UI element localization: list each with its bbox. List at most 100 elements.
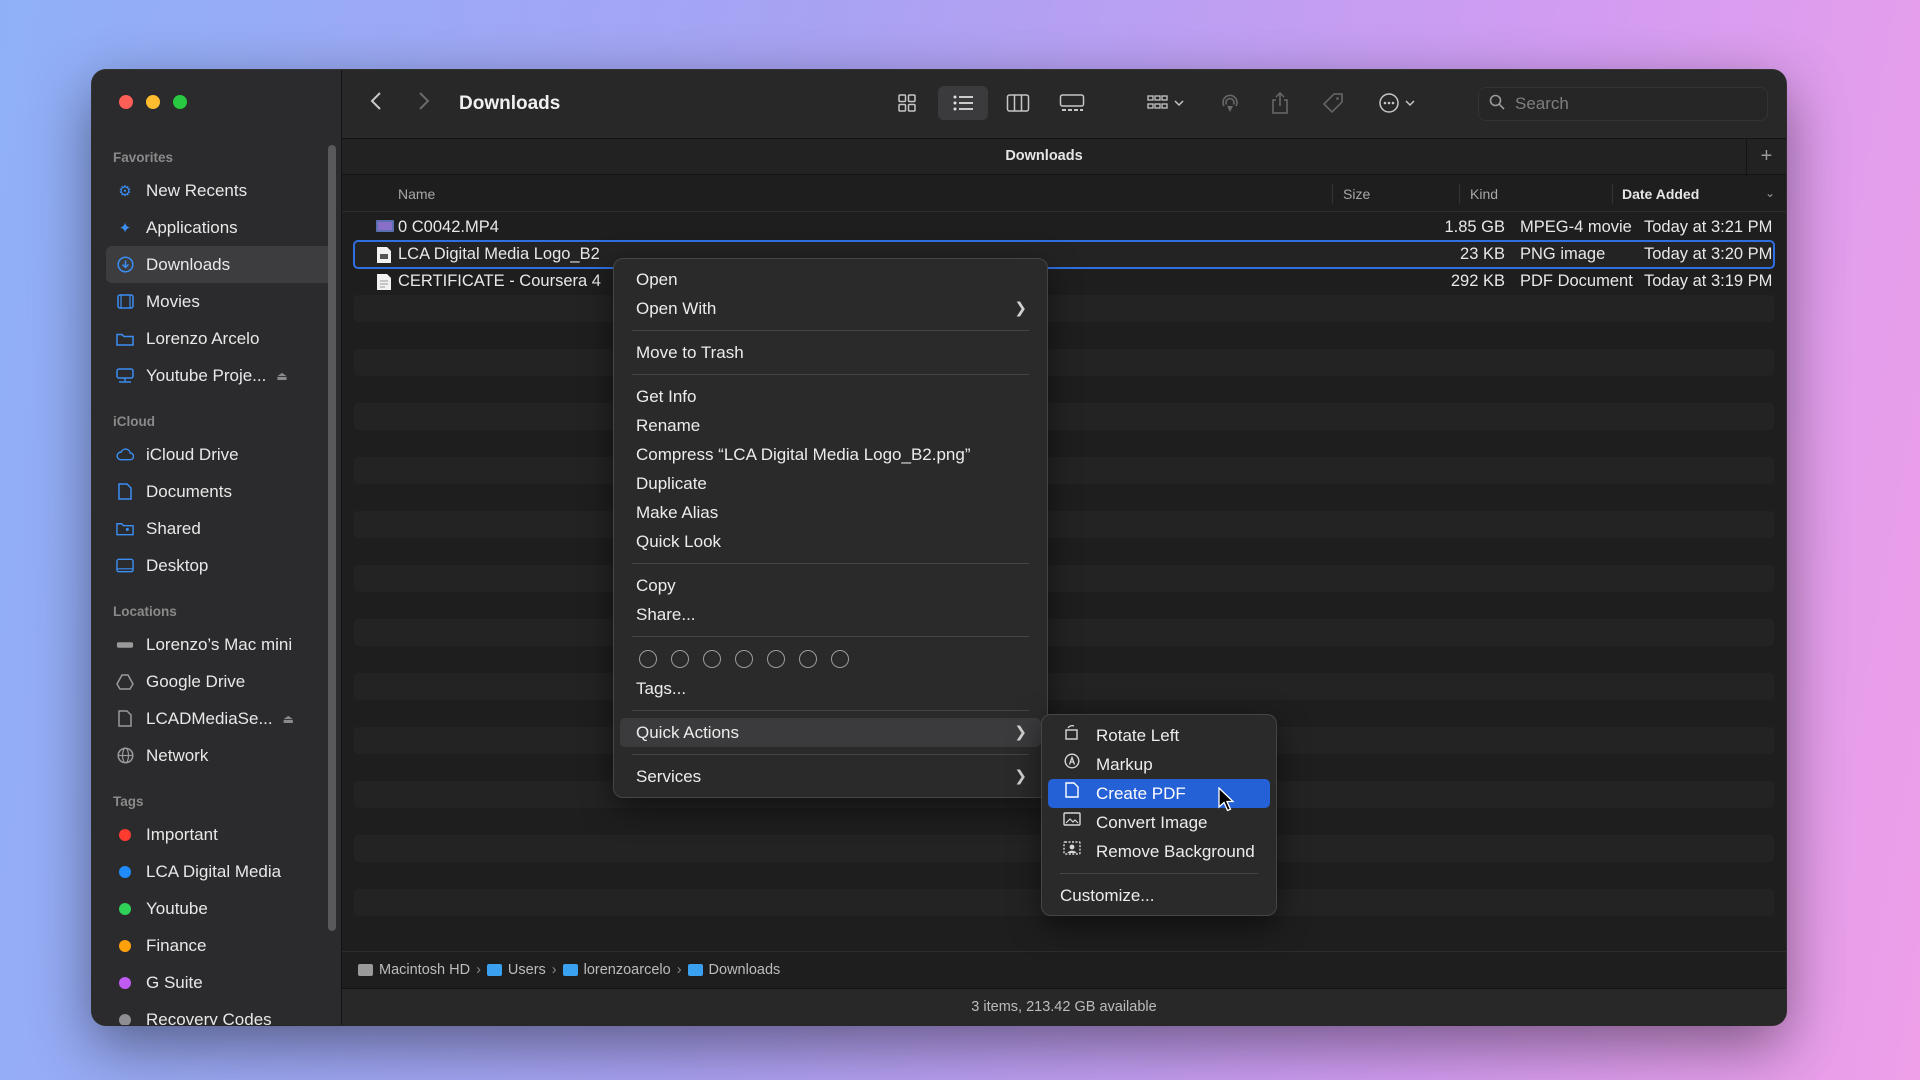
table-row[interactable]: CERTIFICATE - Coursera 4 292 KB PDF Docu… <box>354 268 1774 295</box>
back-button[interactable] <box>369 90 383 118</box>
menu-item-rename[interactable]: Rename <box>620 411 1041 440</box>
menu-item-rotate-left[interactable]: Rotate Left <box>1048 721 1270 750</box>
share-icon[interactable] <box>1264 90 1296 116</box>
search-icon <box>1489 94 1505 115</box>
tag-circle[interactable] <box>735 650 753 668</box>
sidebar-item-new-recents[interactable]: ⚙ New Recents <box>106 172 333 209</box>
column-kind-header[interactable]: Kind <box>1470 186 1498 202</box>
column-view-button[interactable] <box>1002 90 1034 116</box>
zoom-button[interactable] <box>173 95 187 109</box>
sidebar-item-documents[interactable]: Documents <box>106 473 333 510</box>
tag-circle[interactable] <box>831 650 849 668</box>
menu-item-open-with[interactable]: Open With ❯ <box>620 294 1041 323</box>
path-item-macintosh-hd[interactable]: Macintosh HD <box>358 962 470 978</box>
sidebar-item-google-drive[interactable]: Google Drive <box>106 663 333 700</box>
menu-item-compress[interactable]: Compress “LCA Digital Media Logo_B2.png” <box>620 440 1041 469</box>
column-divider[interactable] <box>1459 184 1460 204</box>
sidebar-scrollbar[interactable] <box>328 145 336 931</box>
search-input[interactable] <box>1515 94 1735 114</box>
sidebar-item-lorenzo-arcelo[interactable]: Lorenzo Arcelo <box>106 320 333 357</box>
menu-item-quick-actions[interactable]: Quick Actions ❯ <box>620 718 1041 747</box>
file-kind: PNG image <box>1520 245 1606 263</box>
menu-item-markup[interactable]: Markup <box>1048 750 1270 779</box>
tag-circle[interactable] <box>671 650 689 668</box>
sidebar-tag-g-suite[interactable]: G Suite <box>106 964 333 1001</box>
column-divider[interactable] <box>1332 184 1333 204</box>
menu-item-label: Open With <box>636 299 717 318</box>
table-row[interactable]: 0 C0042.MP4 1.85 GB MPEG-4 movie Today a… <box>354 214 1774 241</box>
menu-separator <box>1060 873 1258 874</box>
minimize-button[interactable] <box>146 95 160 109</box>
new-tab-button[interactable]: + <box>1746 139 1786 176</box>
menu-item-customize[interactable]: Customize... <box>1048 881 1270 910</box>
menu-item-duplicate[interactable]: Duplicate <box>620 469 1041 498</box>
sidebar-item-desktop[interactable]: Desktop <box>106 547 333 584</box>
sidebar-tag-recovery-codes[interactable]: Recovery Codes <box>106 1001 333 1025</box>
sidebar-tag-youtube[interactable]: Youtube <box>106 890 333 927</box>
empty-row <box>354 349 1774 376</box>
chevron-right-icon: ❯ <box>1014 724 1027 741</box>
sidebar-tag-important[interactable]: Important <box>106 816 333 853</box>
sidebar-item-network[interactable]: Network <box>106 737 333 774</box>
sidebar-section-icloud: iCloud <box>113 414 155 429</box>
sidebar-item-youtube-projects[interactable]: Youtube Proje... ⏏ <box>106 357 333 394</box>
close-button[interactable] <box>119 95 133 109</box>
menu-item-remove-background[interactable]: Remove Background <box>1048 837 1270 866</box>
sidebar-item-applications[interactable]: ✦ Applications <box>106 209 333 246</box>
menu-item-quick-look[interactable]: Quick Look <box>620 527 1041 556</box>
tab-downloads[interactable]: Downloads <box>342 148 1746 164</box>
forward-button[interactable] <box>417 90 431 118</box>
column-divider[interactable] <box>1612 184 1613 204</box>
sidebar-item-movies[interactable]: Movies <box>106 283 333 320</box>
column-size-header[interactable]: Size <box>1343 186 1370 202</box>
menu-item-tags[interactable]: Tags... <box>620 674 1041 703</box>
more-actions-button[interactable] <box>1375 90 1425 116</box>
path-item-users[interactable]: Users <box>486 962 546 978</box>
sidebar-item-icloud-drive[interactable]: iCloud Drive <box>106 436 333 473</box>
menu-item-convert-image[interactable]: Convert Image <box>1048 808 1270 837</box>
sidebar-tag-finance[interactable]: Finance <box>106 927 333 964</box>
menu-item-share[interactable]: Share... <box>620 600 1041 629</box>
file-date: Today at 3:20 PM <box>1644 245 1773 263</box>
sidebar-item-downloads[interactable]: Downloads <box>106 246 333 283</box>
menu-item-get-info[interactable]: Get Info <box>620 382 1041 411</box>
menu-item-copy[interactable]: Copy <box>620 571 1041 600</box>
list-view-button[interactable] <box>938 86 988 120</box>
download-icon <box>116 256 134 274</box>
menu-item-create-pdf[interactable]: Create PDF <box>1048 779 1270 808</box>
document-icon <box>116 483 134 501</box>
column-name-header[interactable]: Name <box>398 186 435 202</box>
eject-icon[interactable]: ⏏ <box>283 712 294 726</box>
tag-icon[interactable] <box>1317 90 1349 116</box>
sidebar-item-label: G Suite <box>146 972 203 992</box>
gallery-view-button[interactable] <box>1056 90 1088 116</box>
tag-circle[interactable] <box>799 650 817 668</box>
menu-item-move-to-trash[interactable]: Move to Trash <box>620 338 1041 367</box>
menu-item-open[interactable]: Open <box>620 265 1041 294</box>
sidebar-item-mac-mini[interactable]: Lorenzo’s Mac mini <box>106 626 333 663</box>
empty-row <box>354 619 1774 646</box>
path-item-lorenzoarcelo[interactable]: lorenzoarcelo <box>562 962 671 978</box>
sidebar-item-shared[interactable]: Shared <box>106 510 333 547</box>
path-bar: Macintosh HD › Users › lorenzoarcelo › D… <box>342 951 1786 988</box>
table-row-selected[interactable]: LCA Digital Media Logo_B2 23 KB PNG imag… <box>353 240 1775 269</box>
menu-item-make-alias[interactable]: Make Alias <box>620 498 1041 527</box>
search-field[interactable] <box>1478 87 1768 121</box>
applications-icon: ✦ <box>118 219 132 237</box>
sidebar-item-lcadmediase[interactable]: LCADMediaSe... ⏏ <box>106 700 333 737</box>
column-date-header[interactable]: Date Added <box>1622 186 1699 202</box>
menu-item-services[interactable]: Services ❯ <box>620 762 1041 791</box>
path-item-downloads[interactable]: Downloads <box>687 962 780 978</box>
tag-circle[interactable] <box>703 650 721 668</box>
sidebar-item-label: iCloud Drive <box>146 444 239 464</box>
airdrop-icon[interactable] <box>1214 90 1246 116</box>
eject-icon[interactable]: ⏏ <box>276 369 287 383</box>
menu-item-label: Rotate Left <box>1096 726 1180 745</box>
tag-circle[interactable] <box>767 650 785 668</box>
tag-circle[interactable] <box>639 650 657 668</box>
file-size: 23 KB <box>1460 245 1505 263</box>
sidebar-tag-lca-digital-media[interactable]: LCA Digital Media <box>106 853 333 890</box>
icon-view-button[interactable] <box>891 90 923 116</box>
sort-chevron-icon[interactable]: ⌄ <box>1765 186 1775 200</box>
group-by-button[interactable] <box>1141 90 1191 116</box>
